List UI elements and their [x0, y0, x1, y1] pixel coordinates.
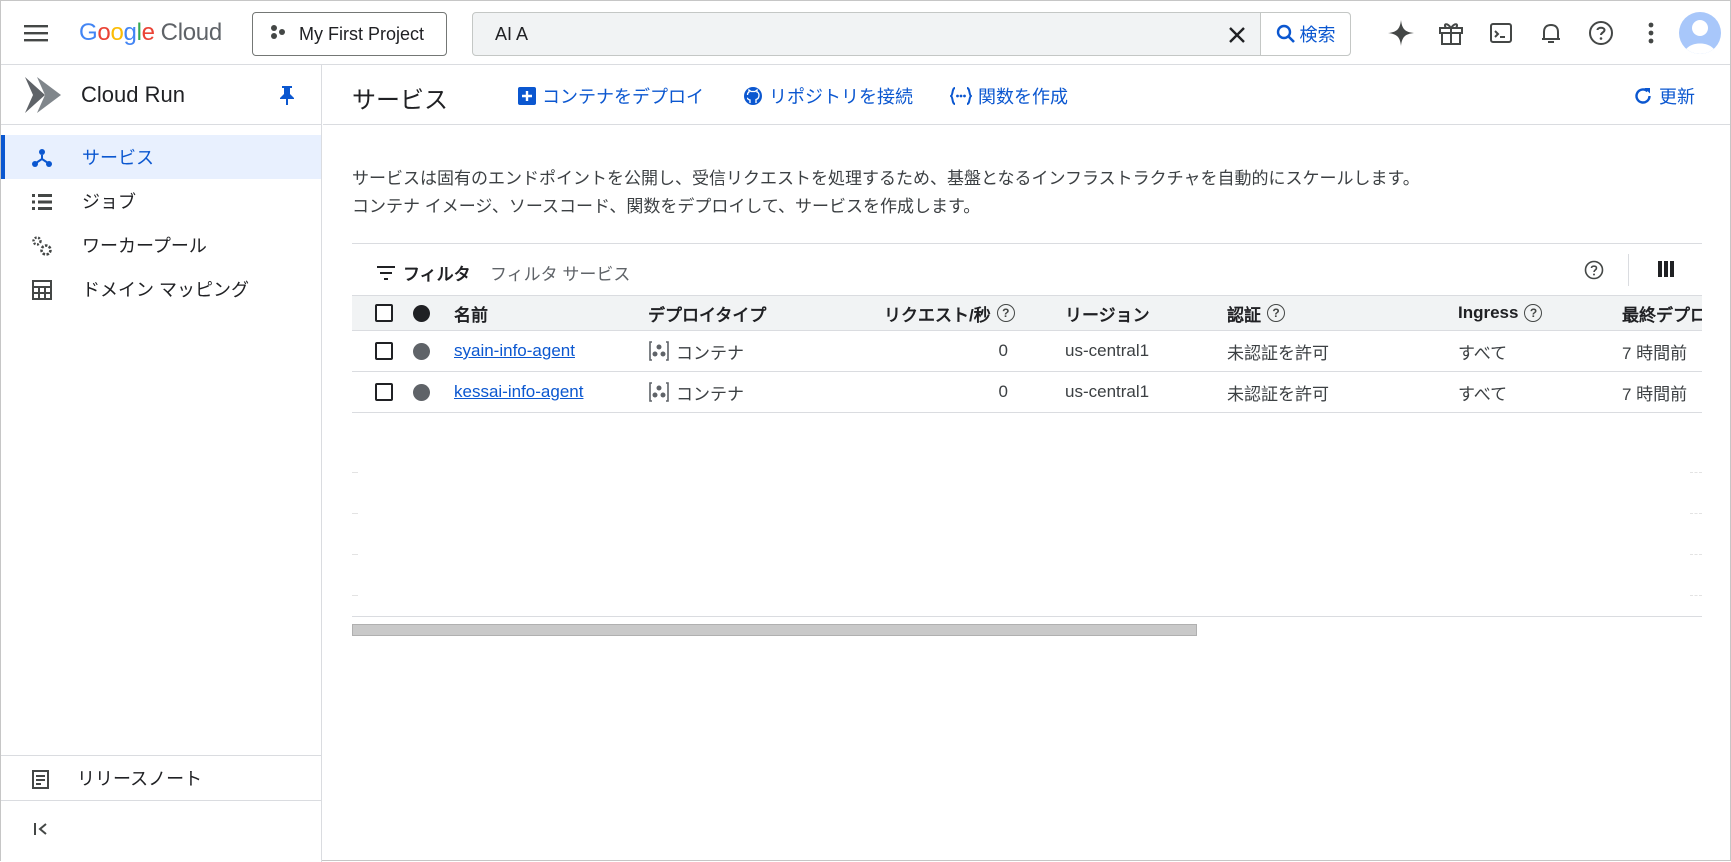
- row-checkbox[interactable]: [375, 342, 393, 360]
- deploy-type-cell: コンテナ: [648, 372, 744, 412]
- project-picker-button[interactable]: My First Project: [252, 12, 447, 56]
- release-notes-icon: [31, 768, 53, 790]
- filter-button[interactable]: フィルタ: [377, 260, 471, 285]
- col-name[interactable]: 名前: [454, 296, 488, 330]
- filter-input[interactable]: フィルタ サービス: [490, 260, 630, 285]
- col-requests[interactable]: リクエスト/秒?: [884, 296, 1015, 330]
- placeholder-row-line: [1690, 595, 1702, 596]
- help-icon[interactable]: ?: [1267, 304, 1285, 322]
- close-icon[interactable]: [1217, 15, 1257, 55]
- sidebar-item-worker-pools[interactable]: ワーカープール: [1, 223, 321, 267]
- page-header: サービス コンテナをデプロイ リポジトリを接続 関数を作成 更新: [323, 65, 1730, 125]
- sidebar-item-jobs[interactable]: ジョブ: [1, 179, 321, 223]
- main-content: サービス コンテナをデプロイ リポジトリを接続 関数を作成 更新 サービスは固有…: [323, 65, 1730, 862]
- terminal-icon[interactable]: [1481, 13, 1521, 53]
- github-icon: [744, 87, 762, 105]
- container-icon: [649, 341, 669, 361]
- page-description: サービスは固有のエンドポイントを公開し、受信リクエストを処理するため、基盤となる…: [352, 169, 1420, 216]
- container-icon: [649, 382, 669, 402]
- col-ingress[interactable]: Ingress?: [1458, 296, 1543, 330]
- menu-icon[interactable]: [17, 13, 57, 53]
- release-notes-link[interactable]: リリースノート: [1, 756, 321, 800]
- sidebar-item-services[interactable]: サービス: [1, 135, 321, 179]
- auth-cell: 未認証を許可: [1227, 343, 1329, 363]
- col-last-deployed[interactable]: 最終デプロ: [1622, 296, 1702, 330]
- product-header: Cloud Run: [1, 65, 321, 125]
- page-title: サービス: [352, 87, 448, 114]
- divider: [1628, 254, 1629, 286]
- project-name: My First Project: [299, 23, 425, 44]
- filter-icon: [377, 265, 395, 280]
- function-icon: [950, 87, 972, 105]
- ingress-cell: すべて: [1458, 384, 1508, 404]
- table-bottom-border: [352, 616, 1702, 617]
- select-all-checkbox[interactable]: [375, 304, 393, 322]
- horizontal-scrollbar[interactable]: [352, 624, 1197, 636]
- status-icon: [413, 342, 430, 360]
- filter-bar: フィルタ フィルタ サービス: [352, 243, 1702, 295]
- col-auth[interactable]: 認証?: [1227, 296, 1285, 330]
- last-deployed-cell: 7 時間前: [1622, 343, 1688, 363]
- col-deploy-type[interactable]: デプロイタイプ: [648, 296, 766, 330]
- table-help-icon[interactable]: [1584, 260, 1604, 285]
- refresh-button[interactable]: 更新: [1633, 83, 1695, 109]
- bell-icon[interactable]: [1531, 13, 1571, 53]
- gemini-sparkle-icon[interactable]: [1381, 13, 1421, 53]
- sidebar-footer: リリースノート: [1, 755, 321, 835]
- google-cloud-logo[interactable]: Google Cloud: [79, 19, 222, 47]
- placeholder-row-line: [352, 595, 358, 596]
- table-row: kessai-info-agent コンテナ 0 us-central1 未認証…: [352, 372, 1702, 413]
- services-icon: [31, 147, 53, 169]
- region-cell: us-central1: [1065, 341, 1150, 360]
- search-icon: [1276, 24, 1295, 43]
- top-bar: Google Cloud My First Project AI A 検索: [1, 1, 1730, 65]
- ingress-cell: すべて: [1458, 343, 1508, 363]
- placeholder-row-line: [352, 513, 358, 514]
- placeholder-row-line: [1690, 554, 1702, 555]
- pin-icon[interactable]: [279, 85, 295, 110]
- help-icon[interactable]: [1581, 13, 1621, 53]
- domain-icon: [31, 279, 53, 301]
- last-deployed-cell: 7 時間前: [1622, 384, 1688, 404]
- status-icon: [413, 383, 430, 401]
- collapse-row: [1, 800, 321, 858]
- avatar[interactable]: [1679, 12, 1721, 54]
- table-row: syain-info-agent コンテナ 0 us-central1 未認証を…: [352, 331, 1702, 372]
- columns-icon[interactable]: [1658, 261, 1674, 282]
- help-icon[interactable]: ?: [996, 304, 1015, 322]
- sidebar-item-domain-mappings[interactable]: ドメイン マッピング: [1, 267, 321, 311]
- region-cell: us-central1: [1065, 382, 1150, 401]
- project-icon: [269, 23, 287, 46]
- placeholder-row-line: [352, 554, 358, 555]
- product-name: Cloud Run: [81, 82, 185, 107]
- col-region[interactable]: リージョン: [1065, 296, 1150, 330]
- placeholder-row-line: [352, 472, 358, 473]
- table-header: 名前 デプロイタイプ リクエスト/秒? リージョン 認証? Ingress? 最…: [352, 295, 1702, 331]
- more-vert-icon[interactable]: [1631, 13, 1671, 53]
- create-function-button[interactable]: 関数を作成: [950, 83, 1068, 109]
- search-button[interactable]: 検索: [1260, 13, 1350, 55]
- search-input[interactable]: AI A: [495, 24, 528, 45]
- placeholder-row-line: [1690, 513, 1702, 514]
- jobs-icon: [31, 191, 53, 213]
- service-link[interactable]: syain-info-agent: [454, 331, 575, 371]
- services-table: フィルタ フィルタ サービス 名前 デプロイタイプ リクエスト/秒? リージョン…: [352, 243, 1702, 633]
- status-header-icon: [413, 304, 430, 322]
- search-bar: AI A 検索: [472, 12, 1351, 56]
- deploy-container-button[interactable]: コンテナをデプロイ: [518, 83, 704, 109]
- refresh-icon: [1635, 88, 1651, 104]
- service-link[interactable]: kessai-info-agent: [454, 372, 583, 412]
- placeholder-row-line: [1690, 472, 1702, 473]
- help-icon[interactable]: ?: [1524, 304, 1543, 322]
- collapse-icon[interactable]: [33, 821, 49, 842]
- add-box-icon: [518, 87, 536, 105]
- gift-icon[interactable]: [1431, 13, 1471, 53]
- auth-cell: 未認証を許可: [1227, 384, 1329, 404]
- connect-repo-button[interactable]: リポジトリを接続: [743, 83, 913, 109]
- row-checkbox[interactable]: [375, 383, 393, 401]
- cloud-run-logo-icon: [23, 75, 63, 120]
- deploy-type-cell: コンテナ: [648, 331, 744, 371]
- worker-pool-icon: [31, 235, 53, 257]
- sidebar: Cloud Run サービス ジョブ ワーカープール ドメイン マッピング リリ…: [1, 65, 322, 862]
